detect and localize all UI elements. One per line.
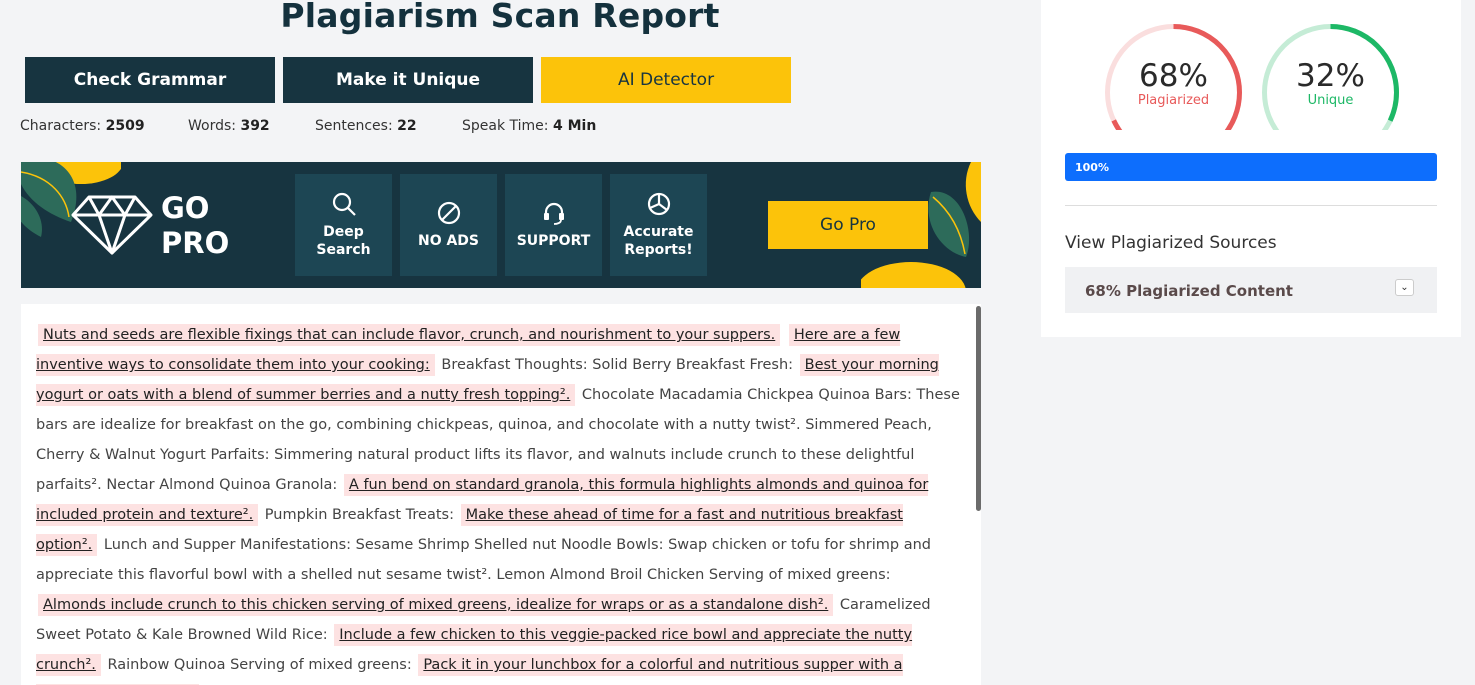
diamond-icon bbox=[71, 195, 153, 255]
check-grammar-button[interactable]: Check Grammar bbox=[25, 57, 275, 103]
page-title: Plagiarism Scan Report bbox=[280, 0, 720, 35]
plagiarized-content-accordion[interactable]: 68% Plagiarized Content ⌄ bbox=[1065, 267, 1437, 313]
plagiarized-percent: 68% bbox=[1139, 58, 1208, 94]
go-pro-button[interactable]: Go Pro bbox=[768, 201, 928, 249]
go-pro-banner: GO PRO Deep Search NO ADS SUPPORT Accura… bbox=[21, 162, 981, 288]
sources-title: View Plagiarized Sources bbox=[1065, 233, 1277, 253]
plagiarized-label: Plagiarized bbox=[1137, 93, 1210, 108]
text-scrollbar[interactable] bbox=[976, 306, 981, 511]
stat-sentences: Sentences: 22 bbox=[315, 118, 417, 134]
scanned-text-box[interactable]: Nuts and seeds are flexible fixings that… bbox=[21, 304, 981, 685]
divider bbox=[1065, 205, 1437, 206]
no-ads-icon bbox=[437, 201, 460, 225]
chevron-down-icon[interactable]: ⌄ bbox=[1395, 279, 1414, 296]
make-unique-button[interactable]: Make it Unique bbox=[283, 57, 533, 103]
search-icon bbox=[332, 192, 356, 216]
stat-characters: Characters: 2509 bbox=[20, 118, 145, 134]
unique-label: Unique bbox=[1307, 93, 1354, 108]
unique-percent: 32% bbox=[1296, 58, 1365, 94]
scanned-text: Nuts and seeds are flexible fixings that… bbox=[36, 320, 961, 685]
plagiarized-segment: Almonds include crunch to this chicken s… bbox=[38, 594, 834, 616]
headset-icon bbox=[543, 202, 564, 225]
plagiarized-gauge: 68% Plagiarized bbox=[1101, 20, 1246, 130]
plagiarized-segment: Nuts and seeds are flexible fixings that… bbox=[38, 324, 781, 346]
feature-accurate-reports: Accurate Reports! bbox=[610, 174, 707, 276]
text-segment: Lunch and Supper Manifestations: Sesame … bbox=[36, 537, 931, 583]
scan-progress-bar: 100% bbox=[1065, 153, 1437, 181]
stat-words: Words: 392 bbox=[188, 118, 270, 134]
feature-deep-search: Deep Search bbox=[295, 174, 392, 276]
plagiarized-content-label: 68% Plagiarized Content bbox=[1085, 282, 1293, 300]
text-stats: Characters: 2509 Words: 392 Sentences: 2… bbox=[20, 118, 596, 134]
results-panel: 68% Plagiarized 32% Unique 100% View Pla… bbox=[1041, 0, 1461, 337]
text-segment: Breakfast Thoughts: Solid Berry Breakfas… bbox=[441, 357, 794, 373]
unique-gauge: 32% Unique bbox=[1258, 20, 1403, 130]
ai-detector-button[interactable]: AI Detector bbox=[541, 57, 791, 103]
go-pro-heading: GO PRO bbox=[161, 191, 230, 260]
text-segment: Rainbow Quinoa Serving of mixed greens: bbox=[107, 657, 412, 673]
feature-support: SUPPORT bbox=[505, 174, 602, 276]
feature-no-ads: NO ADS bbox=[400, 174, 497, 276]
text-segment: Pumpkin Breakfast Treats: bbox=[264, 507, 454, 523]
stat-speak-time: Speak Time: 4 Min bbox=[462, 118, 597, 134]
pie-chart-icon bbox=[647, 192, 670, 216]
